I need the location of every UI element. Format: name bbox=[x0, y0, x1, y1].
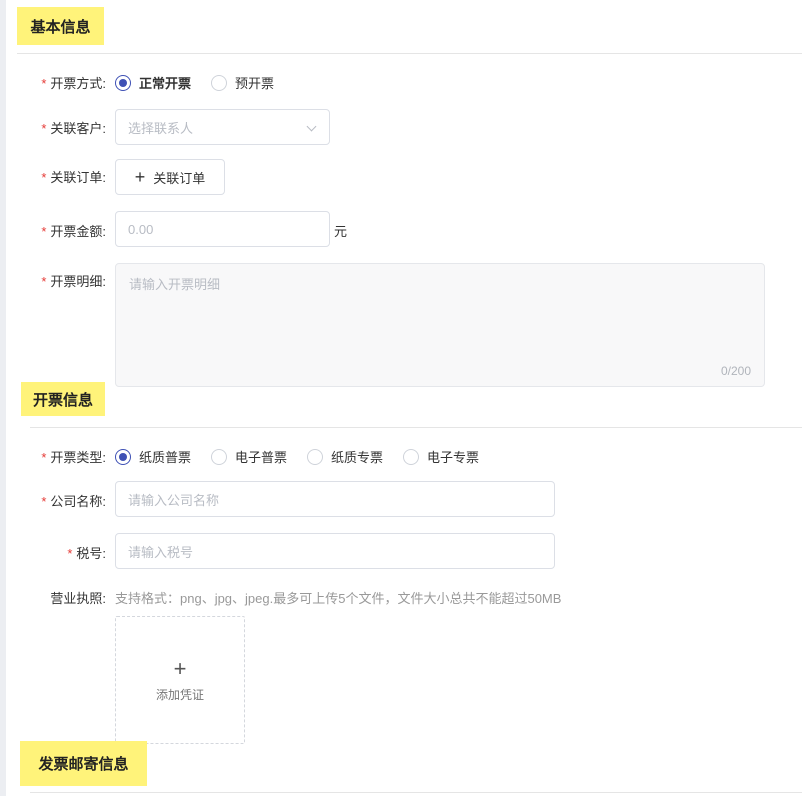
detail-label: * 开票明细: bbox=[20, 271, 106, 290]
radio-electronic-special[interactable]: 电子专票 bbox=[403, 447, 479, 466]
upload-label: 添加凭证 bbox=[155, 687, 204, 702]
section-divider bbox=[17, 53, 802, 54]
tax-label: * 税号: bbox=[20, 543, 106, 562]
amount-label-text: 开票金额: bbox=[50, 224, 106, 239]
tax-number-placeholder: 请输入税号 bbox=[128, 544, 194, 560]
amount-input-placeholder: 0.00 bbox=[128, 221, 154, 237]
radio-unchecked-icon bbox=[403, 448, 419, 465]
radio-checked-icon bbox=[115, 74, 131, 91]
left-rail bbox=[0, 0, 6, 796]
radio-normal-invoice[interactable]: 正常开票 bbox=[115, 73, 191, 92]
radio-label: 纸质专票 bbox=[331, 450, 384, 465]
customer-label-text: 关联客户: bbox=[50, 121, 106, 136]
required-mark: * bbox=[41, 76, 47, 91]
required-mark: * bbox=[41, 224, 47, 239]
radio-pre-invoice[interactable]: 预开票 bbox=[211, 73, 274, 92]
radio-unchecked-icon bbox=[211, 74, 227, 91]
link-order-button-label: 关联订单 bbox=[153, 170, 206, 186]
radio-unchecked-icon bbox=[307, 448, 323, 465]
method-label: * 开票方式: bbox=[20, 73, 106, 92]
detail-label-text: 开票明细: bbox=[50, 274, 106, 289]
detail-textarea[interactable]: 请输入开票明细 0/200 bbox=[115, 263, 765, 387]
radio-label: 正常开票 bbox=[139, 76, 192, 91]
radio-paper-special[interactable]: 纸质专票 bbox=[307, 447, 383, 466]
amount-input[interactable]: 0.00 bbox=[115, 211, 330, 247]
radio-paper-normal[interactable]: 纸质普票 bbox=[115, 447, 191, 466]
order-label: * 关联订单: bbox=[20, 167, 106, 186]
customer-select-placeholder: 选择联系人 bbox=[128, 120, 194, 136]
upload-hint: 支持格式：png、jpg、jpeg.最多可上传5个文件，文件大小总共不能超过50… bbox=[115, 591, 562, 606]
section-divider bbox=[30, 792, 802, 793]
company-label: * 公司名称: bbox=[20, 491, 106, 510]
required-mark: * bbox=[41, 450, 47, 465]
radio-label: 电子专票 bbox=[427, 450, 480, 465]
invoice-type-label: * 开票类型: bbox=[20, 447, 106, 466]
customer-select[interactable]: 选择联系人 bbox=[115, 109, 330, 145]
required-mark: * bbox=[41, 170, 47, 185]
tax-label-text: 税号: bbox=[76, 546, 106, 561]
radio-label: 预开票 bbox=[235, 76, 275, 91]
method-label-text: 开票方式: bbox=[50, 76, 106, 91]
order-label-text: 关联订单: bbox=[50, 170, 106, 185]
required-mark: * bbox=[67, 546, 73, 561]
section-title-basic: 基本信息 bbox=[17, 7, 104, 45]
company-label-text: 公司名称: bbox=[50, 494, 106, 509]
section-title-mailing: 发票邮寄信息 bbox=[20, 741, 147, 786]
amount-label: * 开票金额: bbox=[20, 221, 106, 240]
company-name-placeholder: 请输入公司名称 bbox=[128, 492, 220, 508]
section-divider bbox=[30, 427, 802, 428]
section-title-invoice: 开票信息 bbox=[21, 382, 105, 416]
tax-number-input[interactable]: 请输入税号 bbox=[115, 533, 555, 569]
customer-label: * 关联客户: bbox=[20, 118, 106, 137]
required-mark: * bbox=[41, 274, 47, 289]
radio-checked-icon bbox=[115, 448, 131, 465]
plus-icon: + bbox=[134, 167, 146, 187]
radio-electronic-normal[interactable]: 电子普票 bbox=[211, 447, 287, 466]
radio-label: 电子普票 bbox=[235, 450, 288, 465]
radio-unchecked-icon bbox=[211, 448, 227, 465]
invoice-type-label-text: 开票类型: bbox=[50, 450, 106, 465]
link-order-button[interactable]: + 关联订单 bbox=[115, 159, 225, 195]
amount-unit: 元 bbox=[334, 224, 348, 239]
radio-label: 纸质普票 bbox=[139, 450, 192, 465]
company-name-input[interactable]: 请输入公司名称 bbox=[115, 481, 555, 517]
upload-voucher-area[interactable]: + 添加凭证 bbox=[115, 616, 245, 744]
license-label: 营业执照: bbox=[50, 591, 106, 606]
char-counter: 0/200 bbox=[720, 364, 751, 378]
chevron-down-icon bbox=[306, 121, 317, 132]
plus-icon: + bbox=[173, 655, 187, 681]
required-mark: * bbox=[41, 494, 47, 509]
required-mark: * bbox=[41, 121, 47, 136]
detail-textarea-placeholder: 请输入开票明细 bbox=[129, 277, 221, 292]
